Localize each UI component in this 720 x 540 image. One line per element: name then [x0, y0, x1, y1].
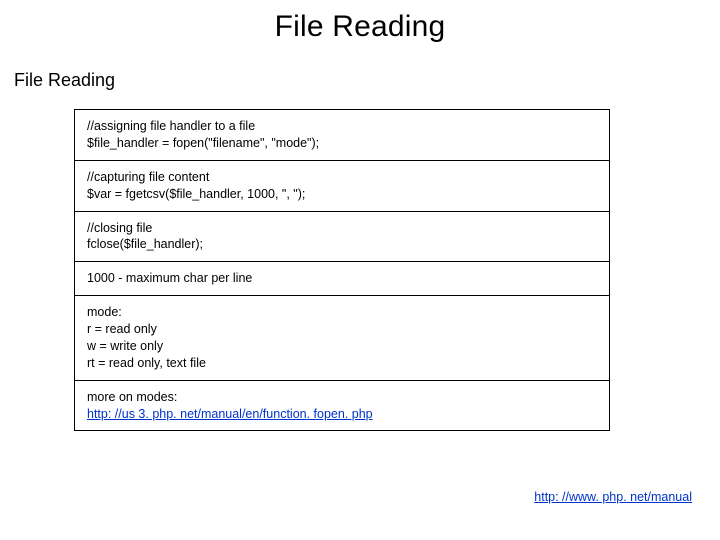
- text-line: mode:: [87, 304, 597, 321]
- slide: File Reading File Reading //assigning fi…: [0, 0, 720, 540]
- text-line: 1000 - maximum char per line: [87, 270, 597, 287]
- text-line: rt = read only, text file: [87, 355, 597, 372]
- section-capture-content: //capturing file content $var = fgetcsv(…: [75, 161, 609, 212]
- subtitle: File Reading: [14, 70, 700, 91]
- code-line: //closing file: [87, 220, 597, 237]
- section-modes: mode: r = read only w = write only rt = …: [75, 296, 609, 381]
- footer: http: //www. php. net/manual: [534, 490, 692, 504]
- code-line: $file_handler = fopen("filename", "mode"…: [87, 135, 597, 152]
- code-line: $var = fgetcsv($file_handler, 1000, ", "…: [87, 186, 597, 203]
- text-line: w = write only: [87, 338, 597, 355]
- content-box: //assigning file handler to a file $file…: [74, 109, 610, 431]
- code-line: //capturing file content: [87, 169, 597, 186]
- text-line: more on modes:: [87, 389, 597, 406]
- section-close-file: //closing file fclose($file_handler);: [75, 212, 609, 263]
- php-manual-link[interactable]: http: //www. php. net/manual: [534, 490, 692, 504]
- text-line: r = read only: [87, 321, 597, 338]
- code-line: fclose($file_handler);: [87, 236, 597, 253]
- page-title: File Reading: [20, 10, 700, 44]
- section-max-char: 1000 - maximum char per line: [75, 262, 609, 296]
- code-line: //assigning file handler to a file: [87, 118, 597, 135]
- section-more-modes: more on modes: http: //us 3. php. net/ma…: [75, 381, 609, 431]
- fopen-manual-link[interactable]: http: //us 3. php. net/manual/en/functio…: [87, 407, 373, 421]
- section-assign-handler: //assigning file handler to a file $file…: [75, 110, 609, 161]
